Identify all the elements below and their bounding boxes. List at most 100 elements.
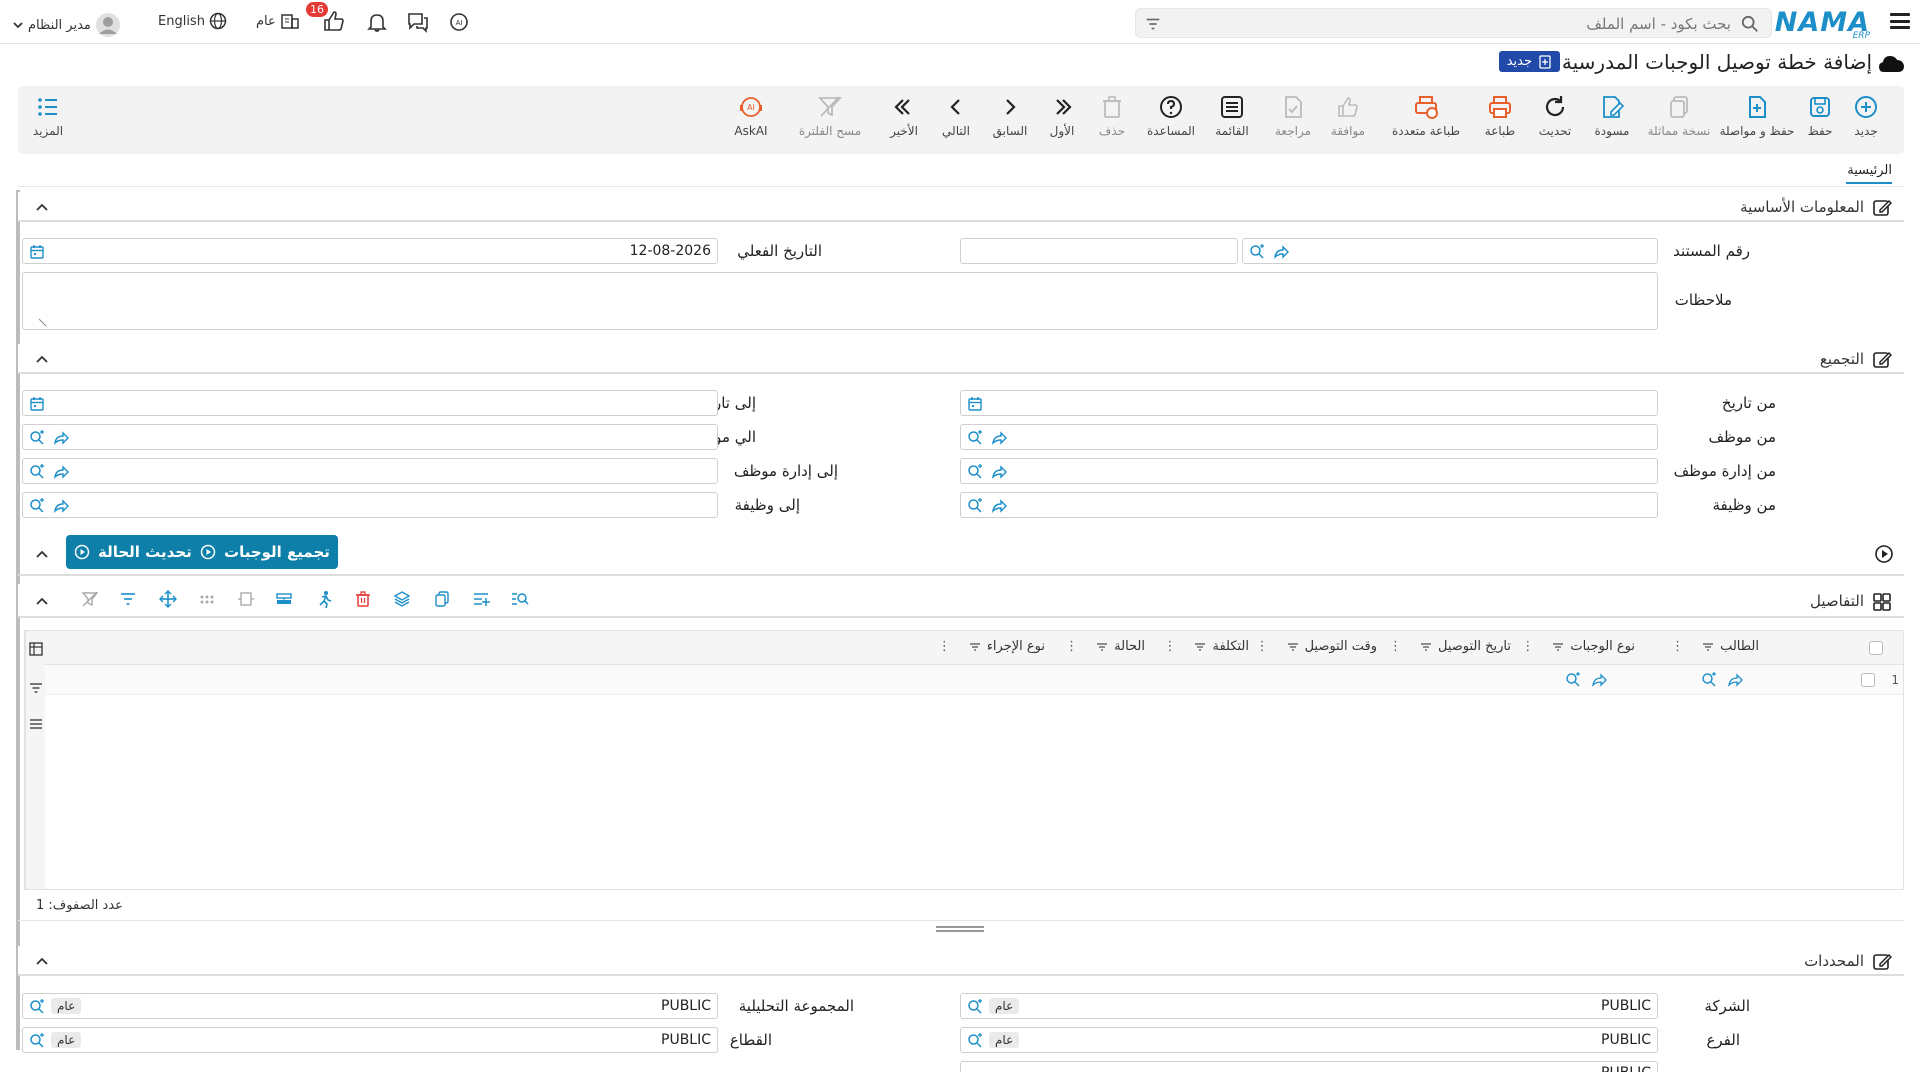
to-employee-field[interactable] (22, 424, 718, 450)
grid-filter-button[interactable] (114, 585, 142, 613)
search-plus-icon[interactable] (967, 464, 983, 480)
share-arrow-icon[interactable] (991, 464, 1007, 480)
filter-lines-icon[interactable] (1552, 641, 1564, 653)
resize-handle-icon[interactable] (37, 317, 47, 327)
layers-button[interactable] (388, 585, 416, 613)
chevron-up-icon[interactable] (34, 351, 50, 367)
column-header-meal-type[interactable]: نوع الوجبات ⋮ (1521, 639, 1635, 654)
filter-lines-icon[interactable] (1096, 641, 1108, 653)
ask-ai-button[interactable]: AI AskAI (721, 94, 781, 138)
branch-field[interactable]: عام PUBLIC (960, 1027, 1658, 1053)
notes-textarea[interactable] (22, 272, 1658, 330)
bell-icon[interactable] (366, 11, 388, 33)
next-button[interactable]: التالي (926, 94, 986, 138)
chevron-up-icon[interactable] (34, 546, 50, 562)
column-menu-icon[interactable]: ⋮ (1065, 639, 1078, 654)
table-row[interactable]: 1 (45, 665, 1903, 695)
more-button[interactable]: المزيد (18, 94, 78, 138)
move-rows-button[interactable] (154, 585, 182, 613)
likes-button[interactable]: 16 (306, 2, 346, 36)
search-plus-icon[interactable] (967, 1033, 983, 1049)
clear-grid-filter-button[interactable] (76, 585, 104, 613)
share-arrow-icon[interactable] (1591, 672, 1607, 688)
grid-dots-button[interactable] (193, 585, 221, 613)
column-header-delivery-time[interactable]: وقت التوصيل ⋮ (1256, 639, 1377, 654)
filter-lines-icon[interactable] (1420, 641, 1432, 653)
group-meals-button[interactable]: تجميع الوجبات (192, 535, 338, 569)
play-circle-icon[interactable] (1874, 544, 1894, 564)
chevron-up-icon[interactable] (34, 199, 50, 215)
select-all-checkbox[interactable] (1869, 641, 1883, 655)
chevron-up-icon[interactable] (34, 593, 50, 609)
search-plus-icon[interactable] (29, 1033, 45, 1049)
section-details[interactable]: التفاصيل (18, 584, 1904, 618)
company-field[interactable]: عام PUBLIC (960, 993, 1658, 1019)
chevron-up-icon[interactable] (34, 953, 50, 969)
section-dimensions[interactable]: المحددات (18, 946, 1904, 976)
search-plus-icon[interactable] (967, 999, 983, 1015)
search-plus-icon[interactable] (967, 430, 983, 446)
to-emp-dept-field[interactable] (22, 458, 718, 484)
user-menu[interactable]: مدير النظام (12, 12, 121, 38)
column-menu-icon[interactable]: ⋮ (1389, 639, 1402, 654)
share-arrow-icon[interactable] (53, 464, 69, 480)
to-job-field[interactable] (22, 492, 718, 518)
previous-button[interactable]: السابق (980, 94, 1040, 138)
branch-selector[interactable]: عام (256, 12, 300, 30)
filter-lines-icon[interactable] (29, 681, 43, 695)
duplicate-button[interactable]: نسخة مماثلة (1644, 94, 1714, 138)
share-arrow-icon[interactable] (1273, 244, 1289, 260)
from-job-field[interactable] (960, 492, 1658, 518)
refresh-button[interactable]: تحديث (1525, 94, 1585, 138)
search-plus-icon[interactable] (29, 999, 45, 1015)
calendar-icon[interactable] (29, 396, 45, 412)
search-rows-button[interactable] (506, 585, 534, 613)
menu-lines-icon[interactable] (29, 717, 43, 731)
column-menu-icon[interactable]: ⋮ (1521, 639, 1534, 654)
section-basic-info[interactable]: المعلومات الأساسية (18, 192, 1904, 222)
sector-field[interactable]: عام PUBLIC (22, 1027, 718, 1053)
calendar-icon[interactable] (29, 244, 45, 260)
print-button[interactable]: طباعة (1470, 94, 1530, 138)
share-arrow-icon[interactable] (53, 498, 69, 514)
column-header-cost[interactable]: التكلفة ⋮ (1163, 639, 1249, 654)
from-date-field[interactable] (960, 390, 1658, 416)
column-header-status[interactable]: الحالة ⋮ (1065, 639, 1145, 654)
search-plus-icon[interactable] (29, 498, 45, 514)
list-button[interactable]: القائمة (1202, 94, 1262, 138)
filter-lines-icon[interactable] (1287, 641, 1299, 653)
table-settings-icon[interactable] (28, 641, 44, 657)
first-button[interactable]: الأول (1032, 94, 1092, 138)
search-plus-icon[interactable] (29, 430, 45, 446)
calendar-icon[interactable] (967, 396, 983, 412)
resize-splitter-handle[interactable] (936, 926, 984, 932)
column-header-delivery-date[interactable]: تاريخ التوصيل ⋮ (1389, 639, 1511, 654)
search-plus-icon[interactable] (29, 464, 45, 480)
doc-number-secondary-field[interactable] (960, 238, 1238, 264)
ai-assistant-icon[interactable]: AI (448, 11, 470, 33)
multi-print-button[interactable]: طباعة متعددة (1386, 94, 1466, 138)
update-status-button[interactable]: تحديث الحالة (66, 535, 200, 569)
search-plus-icon[interactable] (1249, 244, 1265, 260)
fit-columns-button[interactable] (232, 585, 260, 613)
run-action-button[interactable] (310, 585, 338, 613)
copy-row-button[interactable] (428, 585, 456, 613)
filter-lines-icon[interactable] (1144, 15, 1162, 33)
doc-number-field[interactable] (1242, 238, 1658, 264)
save-button[interactable]: حفظ (1790, 94, 1850, 138)
filter-lines-icon[interactable] (969, 641, 981, 653)
search-plus-icon[interactable] (1565, 672, 1581, 688)
filter-lines-icon[interactable] (1702, 641, 1714, 653)
actual-date-field[interactable]: 12-08-2026 (22, 238, 718, 264)
share-arrow-icon[interactable] (991, 430, 1007, 446)
column-menu-icon[interactable]: ⋮ (1671, 639, 1684, 654)
filter-lines-icon[interactable] (1194, 641, 1206, 653)
column-menu-icon[interactable]: ⋮ (1256, 639, 1269, 654)
search-plus-icon[interactable] (1701, 672, 1717, 688)
draft-button[interactable]: مسودة (1582, 94, 1642, 138)
row-checkbox[interactable] (1861, 673, 1875, 687)
last-button[interactable]: الأخير (874, 94, 934, 138)
column-header-action-type[interactable]: نوع الإجراء ⋮ (938, 639, 1045, 654)
delete-row-button[interactable] (349, 585, 377, 613)
help-button[interactable]: المساعدة (1141, 94, 1201, 138)
